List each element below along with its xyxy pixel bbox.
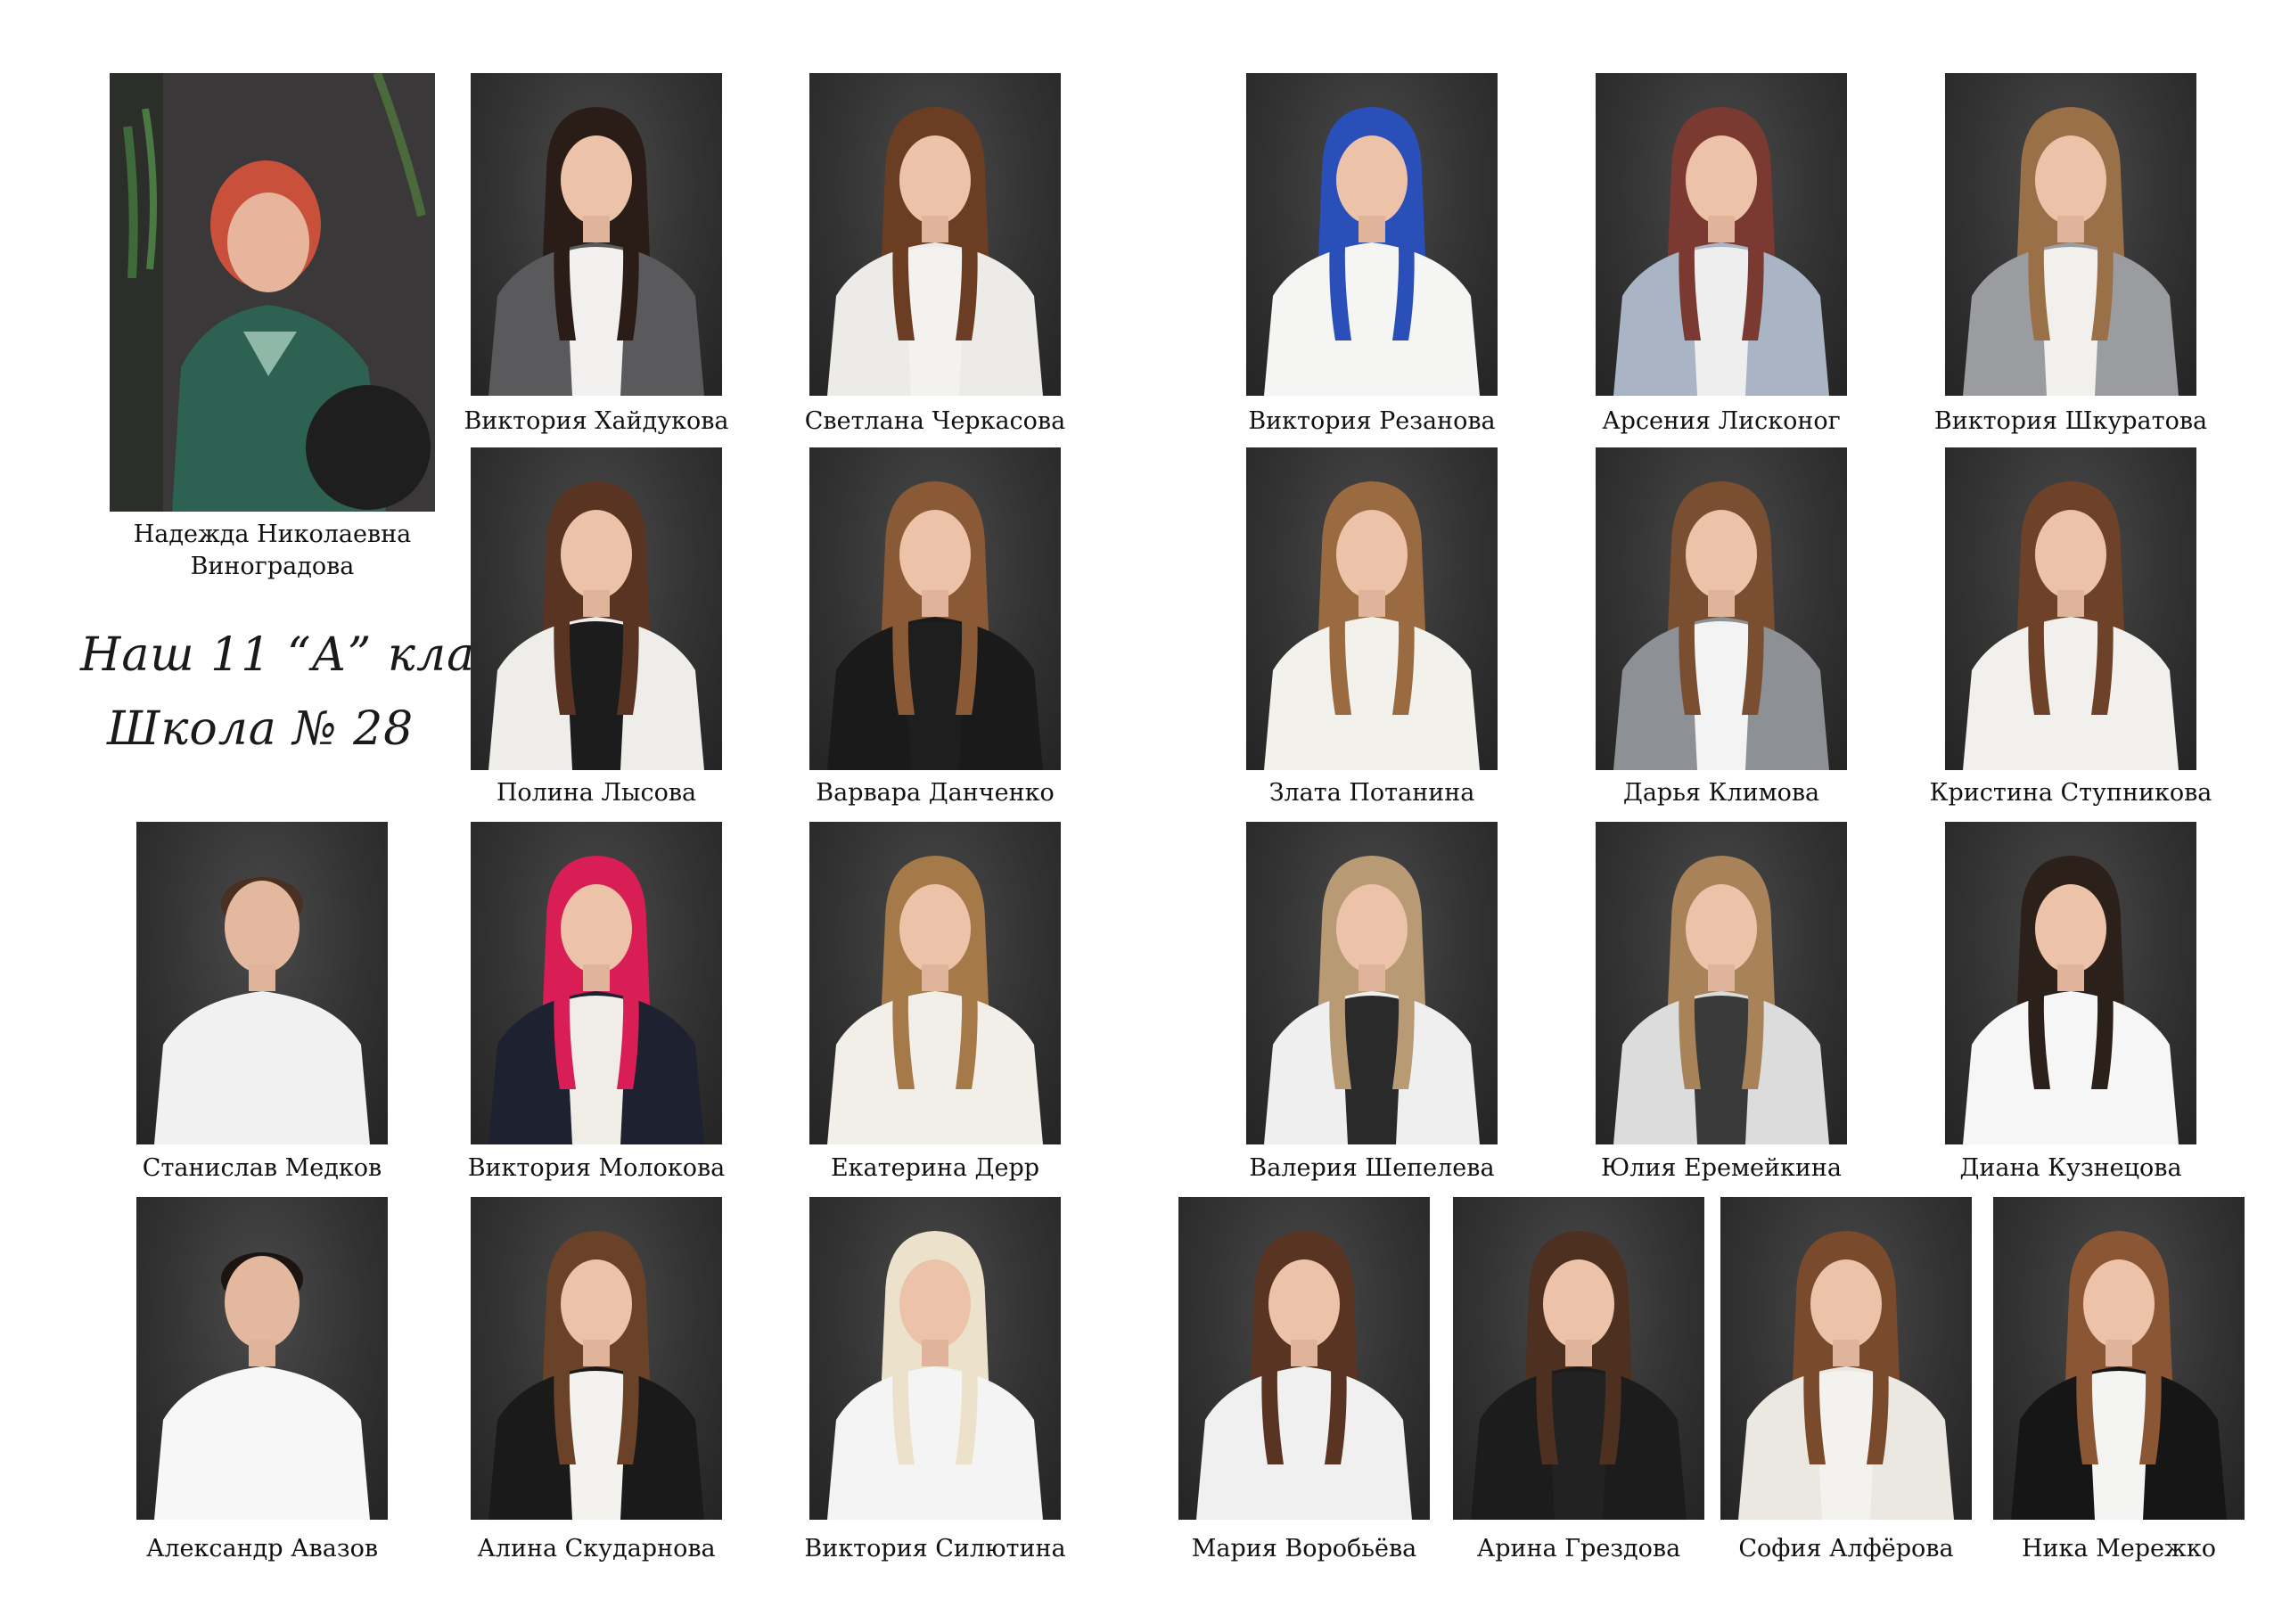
student-portrait-image bbox=[154, 877, 370, 1144]
student-photo bbox=[1246, 447, 1498, 770]
student-photo bbox=[1246, 822, 1498, 1144]
student-portrait-image bbox=[1196, 1231, 1412, 1520]
teacher-photo bbox=[110, 73, 435, 512]
student-portrait-image bbox=[488, 856, 704, 1144]
student-photo bbox=[471, 822, 722, 1144]
teacher-portrait-image bbox=[110, 73, 435, 512]
student-name-caption: Диана Кузнецова bbox=[1959, 1154, 2182, 1182]
student-photo bbox=[471, 1197, 722, 1520]
student-name-caption: Станислав Медков bbox=[142, 1154, 382, 1182]
student-name-caption: Александр Авазов bbox=[145, 1535, 379, 1562]
student-name-caption: Юлия Еремейкина bbox=[1601, 1154, 1842, 1182]
student-portrait-image bbox=[827, 481, 1043, 770]
student-portrait-image bbox=[827, 1231, 1043, 1520]
student-name-caption: Арсения Лисконог bbox=[1602, 407, 1841, 435]
student-portrait-image bbox=[2011, 1231, 2227, 1520]
student-name-caption: Варвара Данченко bbox=[816, 779, 1055, 807]
teacher-name-line-2: Виноградова bbox=[190, 553, 355, 580]
student-name-caption: Виктория Шкуратова bbox=[1933, 407, 2208, 435]
student-photo bbox=[1596, 73, 1847, 396]
student-photo bbox=[1993, 1197, 2245, 1520]
student-photo bbox=[1945, 73, 2196, 396]
student-photo bbox=[471, 447, 722, 770]
student-portrait-image bbox=[1738, 1231, 1954, 1520]
student-photo bbox=[1945, 447, 2196, 770]
teacher-name-line-1: Надежда Николаевна bbox=[133, 521, 412, 548]
student-name-caption: Виктория Хайдукова bbox=[464, 407, 729, 435]
student-portrait-image bbox=[488, 481, 704, 770]
student-photo bbox=[809, 822, 1061, 1144]
student-name-caption: Ника Мережко bbox=[2022, 1535, 2216, 1562]
student-photo bbox=[809, 447, 1061, 770]
student-name-caption: Виктория Резанова bbox=[1248, 407, 1496, 435]
student-portrait-image bbox=[1264, 856, 1480, 1144]
student-portrait-image bbox=[827, 107, 1043, 396]
student-portrait-image bbox=[488, 107, 704, 396]
student-portrait-image bbox=[154, 1252, 370, 1520]
student-portrait-image bbox=[1613, 856, 1829, 1144]
student-photo bbox=[1178, 1197, 1430, 1520]
student-name-caption: Кристина Ступникова bbox=[1929, 779, 2212, 807]
student-photo bbox=[1596, 822, 1847, 1144]
student-photo bbox=[1945, 822, 2196, 1144]
class-title: Наш 11 “А” класс bbox=[80, 628, 529, 682]
student-name-caption: Виктория Молокова bbox=[467, 1154, 726, 1182]
student-photo bbox=[1596, 447, 1847, 770]
student-name-caption: Валерия Шепелева bbox=[1249, 1154, 1495, 1182]
student-portrait-image bbox=[1963, 856, 2179, 1144]
student-photo bbox=[136, 1197, 388, 1520]
student-portrait-image bbox=[1613, 481, 1829, 770]
student-portrait-image bbox=[1471, 1231, 1687, 1520]
student-photo bbox=[471, 73, 722, 396]
student-portrait-image bbox=[1264, 481, 1480, 770]
student-portrait-image bbox=[1963, 481, 2179, 770]
student-name-caption: Екатерина Дерр bbox=[830, 1154, 1040, 1182]
student-name-caption: Дарья Климова bbox=[1622, 779, 1820, 807]
student-portrait-image bbox=[827, 856, 1043, 1144]
student-portrait-image bbox=[1613, 107, 1829, 396]
school-title: Школа № 28 bbox=[107, 702, 415, 756]
student-photo bbox=[1720, 1197, 1972, 1520]
student-photo bbox=[1246, 73, 1498, 396]
student-photo bbox=[809, 73, 1061, 396]
student-photo bbox=[809, 1197, 1061, 1520]
student-photo bbox=[1453, 1197, 1704, 1520]
student-name-caption: Злата Потанина bbox=[1268, 779, 1475, 807]
teacher-name-caption: Надежда Николаевна Виноградова bbox=[110, 519, 435, 583]
student-photo bbox=[136, 822, 388, 1144]
student-name-caption: Алина Скударнова bbox=[477, 1535, 716, 1562]
student-name-caption: Светлана Черкасова bbox=[804, 407, 1066, 435]
student-name-caption: Полина Лысова bbox=[496, 779, 697, 807]
student-portrait-image bbox=[1264, 107, 1480, 396]
student-name-caption: Виктория Силютина bbox=[804, 1535, 1066, 1562]
student-portrait-image bbox=[1963, 107, 2179, 396]
student-portrait-image bbox=[488, 1231, 704, 1520]
